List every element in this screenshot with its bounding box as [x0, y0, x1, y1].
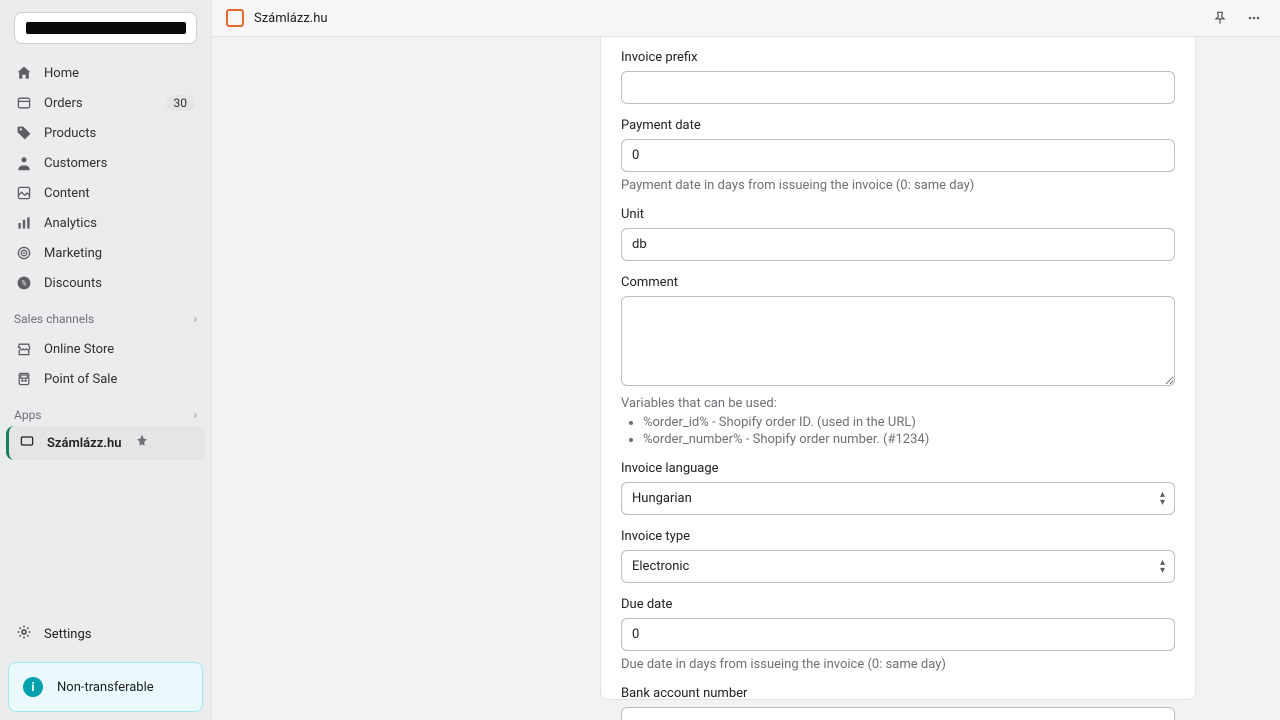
label-payment-date: Payment date: [621, 118, 1175, 133]
store-switcher[interactable]: [14, 12, 197, 44]
nav-label: Orders: [44, 96, 154, 111]
var-item: %order_id% - Shopify order ID. (used in …: [643, 415, 1175, 430]
store-icon: [16, 341, 32, 357]
nav-label: Content: [44, 186, 195, 201]
orders-icon: [16, 95, 32, 111]
analytics-icon: [16, 215, 32, 231]
chevron-right-icon: ›: [193, 312, 197, 326]
nav-online-store[interactable]: Online Store: [6, 334, 205, 364]
nav-label: Marketing: [44, 246, 195, 261]
label-comment: Comment: [621, 275, 1175, 290]
nav-label: Products: [44, 126, 195, 141]
nav-label: Customers: [44, 156, 195, 171]
field-invoice-prefix: Invoice prefix: [621, 50, 1175, 104]
tag-icon: [16, 125, 32, 141]
app-label: Számlázz.hu: [47, 436, 122, 451]
app-icon: [19, 433, 35, 453]
nav-customers[interactable]: Customers: [6, 148, 205, 178]
chevron-right-icon: ›: [193, 408, 197, 422]
field-invoice-type: Invoice type Electronic: [621, 529, 1175, 583]
nav-products[interactable]: Products: [6, 118, 205, 148]
home-icon: [16, 65, 32, 81]
field-comment: Comment Variables that can be used: %ord…: [621, 275, 1175, 447]
nav-label: Analytics: [44, 216, 195, 231]
topbar: Számlázz.hu: [212, 0, 1280, 37]
field-unit: Unit: [621, 207, 1175, 261]
svg-text:%: %: [21, 278, 26, 287]
section-label: Sales channels: [14, 312, 94, 326]
main-area: Számlázz.hu Invoice prefix Payment date: [212, 0, 1280, 720]
store-name-redacted: [26, 22, 186, 34]
field-payment-date: Payment date Payment date in days from i…: [621, 118, 1175, 193]
sidebar: Home Orders 30 Products Customers Conten…: [0, 0, 212, 720]
app-logo-icon: [226, 9, 244, 27]
label-invoice-language: Invoice language: [621, 461, 1175, 476]
content-icon: [16, 185, 32, 201]
field-invoice-language: Invoice language Hungarian: [621, 461, 1175, 515]
settings-card: Invoice prefix Payment date Payment date…: [600, 37, 1196, 700]
info-icon: i: [23, 677, 43, 697]
section-apps[interactable]: Apps ›: [0, 398, 211, 426]
nav-label: Point of Sale: [44, 372, 195, 387]
nav-home[interactable]: Home: [6, 58, 205, 88]
content-scroll[interactable]: Invoice prefix Payment date Payment date…: [212, 37, 1280, 720]
nav-discounts[interactable]: % Discounts: [6, 268, 205, 298]
sales-channels-nav: Online Store Point of Sale: [0, 330, 211, 398]
var-item: %order_number% - Shopify order number. (…: [643, 432, 1175, 447]
pin-app-button[interactable]: [1208, 6, 1232, 30]
nav-label: Discounts: [44, 276, 195, 291]
gear-icon: [16, 624, 32, 644]
nav-label: Home: [44, 66, 195, 81]
textarea-comment[interactable]: [621, 296, 1175, 386]
pos-icon: [16, 371, 32, 387]
person-icon: [16, 155, 32, 171]
nav-settings[interactable]: Settings: [0, 614, 211, 654]
discount-icon: %: [16, 275, 32, 291]
section-sales-channels[interactable]: Sales channels ›: [0, 302, 211, 330]
input-unit[interactable]: [621, 228, 1175, 261]
label-invoice-prefix: Invoice prefix: [621, 50, 1175, 65]
label-due-date: Due date: [621, 597, 1175, 612]
nav-label: Online Store: [44, 342, 195, 357]
more-actions-button[interactable]: [1242, 6, 1266, 30]
input-payment-date[interactable]: [621, 139, 1175, 172]
label-bank-account: Bank account number: [621, 686, 1175, 701]
helper-payment-date: Payment date in days from issueing the i…: [621, 178, 1175, 193]
input-bank-account[interactable]: [621, 707, 1175, 720]
target-icon: [16, 245, 32, 261]
settings-label: Settings: [44, 627, 91, 642]
input-invoice-prefix[interactable]: [621, 71, 1175, 104]
plan-notice: i Non-transferable: [8, 662, 203, 712]
pin-icon[interactable]: [134, 433, 150, 453]
nav-point-of-sale[interactable]: Point of Sale: [6, 364, 205, 394]
field-due-date: Due date Due date in days from issueing …: [621, 597, 1175, 672]
topbar-app-title: Számlázz.hu: [226, 9, 328, 27]
nav-marketing[interactable]: Marketing: [6, 238, 205, 268]
label-invoice-type: Invoice type: [621, 529, 1175, 544]
label-unit: Unit: [621, 207, 1175, 222]
primary-nav: Home Orders 30 Products Customers Conten…: [0, 54, 211, 302]
nav-analytics[interactable]: Analytics: [6, 208, 205, 238]
notice-text: Non-transferable: [57, 680, 154, 695]
orders-badge: 30: [166, 95, 196, 111]
app-item-szamlazz[interactable]: Számlázz.hu: [6, 426, 205, 460]
settings-section-aside: [296, 37, 576, 720]
topbar-title-text: Számlázz.hu: [254, 11, 328, 26]
input-due-date[interactable]: [621, 618, 1175, 651]
helper-comment-vars-title: Variables that can be used:: [621, 396, 1175, 411]
nav-orders[interactable]: Orders 30: [6, 88, 205, 118]
helper-due-date: Due date in days from issueing the invoi…: [621, 657, 1175, 672]
field-bank-account: Bank account number: [621, 686, 1175, 720]
select-invoice-language[interactable]: Hungarian: [621, 482, 1175, 515]
select-invoice-type[interactable]: Electronic: [621, 550, 1175, 583]
comment-vars-list: %order_id% - Shopify order ID. (used in …: [621, 415, 1175, 447]
nav-content[interactable]: Content: [6, 178, 205, 208]
section-label: Apps: [14, 408, 42, 422]
